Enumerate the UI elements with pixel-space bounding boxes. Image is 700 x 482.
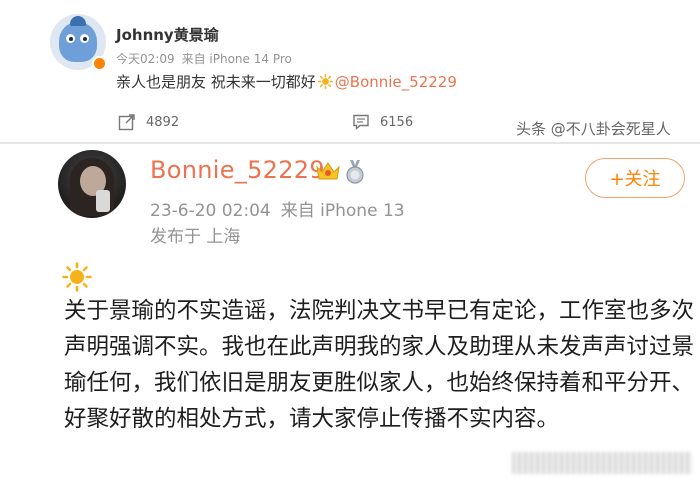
post-meta: 今天02:09 来自 iPhone 14 Pro [116,50,299,67]
share-count: 4892 [146,114,180,130]
post-location: 发布于 上海 [150,227,241,247]
post-username[interactable]: Johnny黄景瑜 [116,24,219,45]
post-time: 23-6-20 02:04 [150,201,271,221]
medal-icon [346,160,364,184]
share-button[interactable]: 4892 [118,113,179,131]
post-text: 关于景瑜的不实造谣，法院判决文书早已有定论，工作室也多次声明强调不实。我也在此声… [64,298,695,432]
divider [0,142,700,144]
crown-icon [316,162,340,180]
post-text: 亲人也是朋友 祝未来一切都好 @Bonnie_52229 [116,71,457,92]
follow-button[interactable]: +关注 [585,158,685,198]
comment-count: 6156 [380,114,414,130]
share-icon [118,114,135,131]
verified-badge-icon [92,56,107,71]
post-source: 来自 iPhone 14 Pro [181,52,292,66]
post-meta: 23-6-20 02:04 来自 iPhone 13 [150,196,415,221]
comment-button[interactable]: 6156 [352,113,413,131]
comment-icon [353,114,369,131]
watermark: 头条 @不八卦会死星人 [516,120,671,138]
post-text-body: 亲人也是朋友 祝未来一切都好 [116,73,316,91]
post-source: 来自 iPhone 13 [280,201,405,221]
sun-icon [317,74,333,89]
avatar[interactable] [58,150,126,218]
mention-link[interactable]: @Bonnie_52229 [335,73,457,91]
sun-icon [62,262,92,292]
post-time: 今天02:09 [116,52,175,66]
blurred-overlay [512,452,692,474]
post-username[interactable]: Bonnie_52229 [150,156,325,184]
